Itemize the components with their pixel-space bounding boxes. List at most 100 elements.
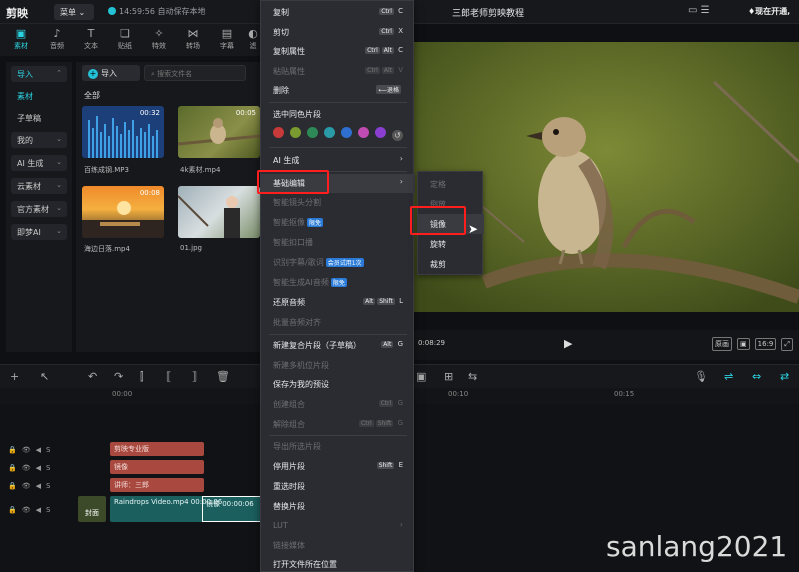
- color-swatch-blue[interactable]: [341, 127, 352, 138]
- nav-subdraft[interactable]: 子草稿: [11, 110, 67, 126]
- text-clip[interactable]: 镜像: [110, 460, 204, 474]
- menu-disable-clip[interactable]: 停用片段 Shift E: [261, 457, 415, 476]
- menu-ungroup[interactable]: 解除组合 Ctrl Shift G: [261, 415, 415, 434]
- menu-paste-attributes[interactable]: 粘贴属性 Ctrl Alt V: [261, 62, 415, 81]
- media-thumb-audio[interactable]: 00:32: [82, 106, 164, 158]
- track-controls[interactable]: 🔒👁◀S: [8, 506, 55, 514]
- submenu-freeze[interactable]: 定格: [418, 174, 484, 194]
- add-track-icon[interactable]: +: [10, 370, 19, 383]
- fullscreen-icon[interactable]: ⤢: [781, 338, 793, 351]
- menu-new-compound-clip[interactable]: 新建复合片段（子草稿） Alt G: [261, 336, 415, 355]
- menu-smart-lipsync[interactable]: 智能扣口播: [261, 233, 415, 252]
- submenu-rotate[interactable]: 旋转: [418, 234, 484, 254]
- track-controls[interactable]: 🔒👁◀S: [8, 446, 55, 454]
- media-thumb-image[interactable]: [178, 186, 260, 238]
- tab-sticker[interactable]: ❏ 贴纸: [112, 27, 138, 51]
- submenu-crop[interactable]: 裁剪: [418, 254, 484, 274]
- layout-icon[interactable]: ▭ ☰: [688, 5, 710, 16]
- menu-lut[interactable]: LUT ›: [261, 517, 415, 536]
- split-icon[interactable]: ⫿: [140, 370, 144, 384]
- vip-button[interactable]: ♦现在开通,: [748, 6, 790, 17]
- text-clip[interactable]: 讲师：三郎: [110, 478, 204, 492]
- menu-copy-attributes[interactable]: 复制属性 Ctrl Alt C: [261, 42, 415, 61]
- color-swatch-red[interactable]: [273, 127, 284, 138]
- menu-restore-audio[interactable]: 还原音频 Alt Shift L: [261, 293, 415, 312]
- track-controls[interactable]: 🔒👁◀S: [8, 482, 55, 490]
- delete-icon[interactable]: 🗑: [216, 370, 230, 383]
- search-input[interactable]: ⌕ 搜索文件名: [144, 65, 246, 81]
- play-icon[interactable]: ▶: [564, 337, 572, 350]
- color-swatch-purple[interactable]: [375, 127, 386, 138]
- split-right-icon[interactable]: ⟧: [192, 370, 197, 383]
- text-clip[interactable]: 剪映专业版: [110, 442, 204, 456]
- crop-icon[interactable]: ▣: [737, 338, 750, 350]
- text-icon: T: [87, 27, 95, 40]
- nav-ai-generate[interactable]: AI 生成 ⌄: [11, 155, 67, 171]
- highlight-box-mirror: [410, 206, 466, 235]
- mirror-icon[interactable]: ⇆: [468, 370, 477, 383]
- tab-effects[interactable]: ✧ 特效: [146, 27, 172, 51]
- free-badge: 限免: [330, 278, 347, 287]
- tab-text[interactable]: T 文本: [78, 27, 104, 51]
- color-swatch-teal[interactable]: [324, 127, 335, 138]
- redo-icon[interactable]: ↷: [114, 370, 123, 383]
- tab-subtitle[interactable]: ▤ 字幕: [214, 27, 240, 51]
- sticker-icon: ❏: [120, 27, 130, 40]
- nav-mine[interactable]: 我的 ⌄: [11, 132, 67, 148]
- menu-export-selected[interactable]: 导出所选片段: [261, 437, 415, 456]
- link-icon[interactable]: ⇌: [724, 370, 733, 383]
- chevron-down-icon: ⌄: [56, 204, 62, 212]
- aspect-ratio-button[interactable]: 16:9: [754, 338, 777, 350]
- reset-color-icon[interactable]: ↺: [392, 130, 403, 141]
- nav-jimeng-ai[interactable]: 即梦AI ⌄: [11, 224, 67, 240]
- main-menu-button[interactable]: 菜单 ⌄: [54, 4, 94, 20]
- original-quality-button[interactable]: 原画: [712, 337, 733, 351]
- menu-delete[interactable]: 删除 ⟵退格: [261, 81, 415, 100]
- nav-cloud[interactable]: 云素材 ⌄: [11, 178, 67, 194]
- menu-open-file-location[interactable]: 打开文件所在位置: [261, 555, 415, 572]
- menu-ai-generate[interactable]: AI 生成 ›: [261, 151, 415, 170]
- menu-reselect-range[interactable]: 重选时段: [261, 477, 415, 496]
- menu-replace-clip[interactable]: 替换片段: [261, 497, 415, 516]
- menu-smart-shot-split[interactable]: 智能镜头分割: [261, 193, 415, 212]
- undo-icon[interactable]: ↶: [88, 370, 97, 383]
- tab-media[interactable]: ▣ 素材: [8, 27, 34, 51]
- color-swatch-green[interactable]: [307, 127, 318, 138]
- media-name: 百练成钢.MP3: [84, 166, 129, 174]
- menu-select-same-color[interactable]: 选中同色片段: [261, 105, 415, 124]
- import-button[interactable]: + 导入: [82, 65, 140, 81]
- color-swatch-pink[interactable]: [358, 127, 369, 138]
- preview-axis-icon[interactable]: ⇄: [780, 370, 789, 383]
- reverse-icon[interactable]: ⊞: [444, 370, 453, 383]
- menu-create-group[interactable]: 创建组合 Ctrl G: [261, 395, 415, 414]
- watermark-text: sanlang2021: [606, 530, 788, 563]
- tab-transition[interactable]: ⋈ 转场: [180, 27, 206, 51]
- freeze-icon[interactable]: ▣: [416, 370, 426, 383]
- selected-video-clip[interactable]: 镜像 00:00:06: [202, 496, 262, 522]
- select-tool-icon[interactable]: ↖: [40, 370, 49, 383]
- menu-copy[interactable]: 复制 Ctrl C: [261, 3, 415, 22]
- media-thumb-video[interactable]: 00:08: [82, 186, 164, 238]
- media-thumb-video[interactable]: 00:05: [178, 106, 260, 158]
- cover-button[interactable]: 封面: [78, 496, 106, 522]
- split-left-icon[interactable]: ⟦: [166, 370, 171, 383]
- menu-recognize-subtitles[interactable]: 识别字幕/歌词 会员试用1次: [261, 253, 415, 272]
- color-swatch-olive[interactable]: [290, 127, 301, 138]
- microphone-icon[interactable]: 🎙: [694, 370, 708, 383]
- subtitle-icon: ▤: [221, 27, 233, 40]
- nav-import[interactable]: 导入 ⌃: [11, 66, 67, 82]
- menu-ai-audio[interactable]: 智能生成AI音频 限免: [261, 273, 415, 292]
- snap-icon[interactable]: ⇔: [752, 370, 761, 383]
- menu-separator: [269, 435, 407, 436]
- menu-link-media[interactable]: 链接媒体: [261, 536, 415, 555]
- menu-smart-cutout[interactable]: 智能抠像 限免: [261, 213, 415, 232]
- track-controls[interactable]: 🔒👁◀S: [8, 464, 55, 472]
- preview-options: 原画 ▣ 16:9 ⤢: [707, 337, 793, 351]
- nav-material[interactable]: 素材: [11, 88, 67, 104]
- tab-audio[interactable]: ♪ 音频: [44, 27, 70, 51]
- menu-cut[interactable]: 剪切 Ctrl X: [261, 23, 415, 42]
- menu-new-multicam[interactable]: 新建多机位片段: [261, 356, 415, 375]
- nav-official[interactable]: 官方素材 ⌄: [11, 201, 67, 217]
- menu-save-preset[interactable]: 保存为我的预设: [261, 375, 415, 394]
- menu-batch-audio-align[interactable]: 批量音频对齐: [261, 313, 415, 332]
